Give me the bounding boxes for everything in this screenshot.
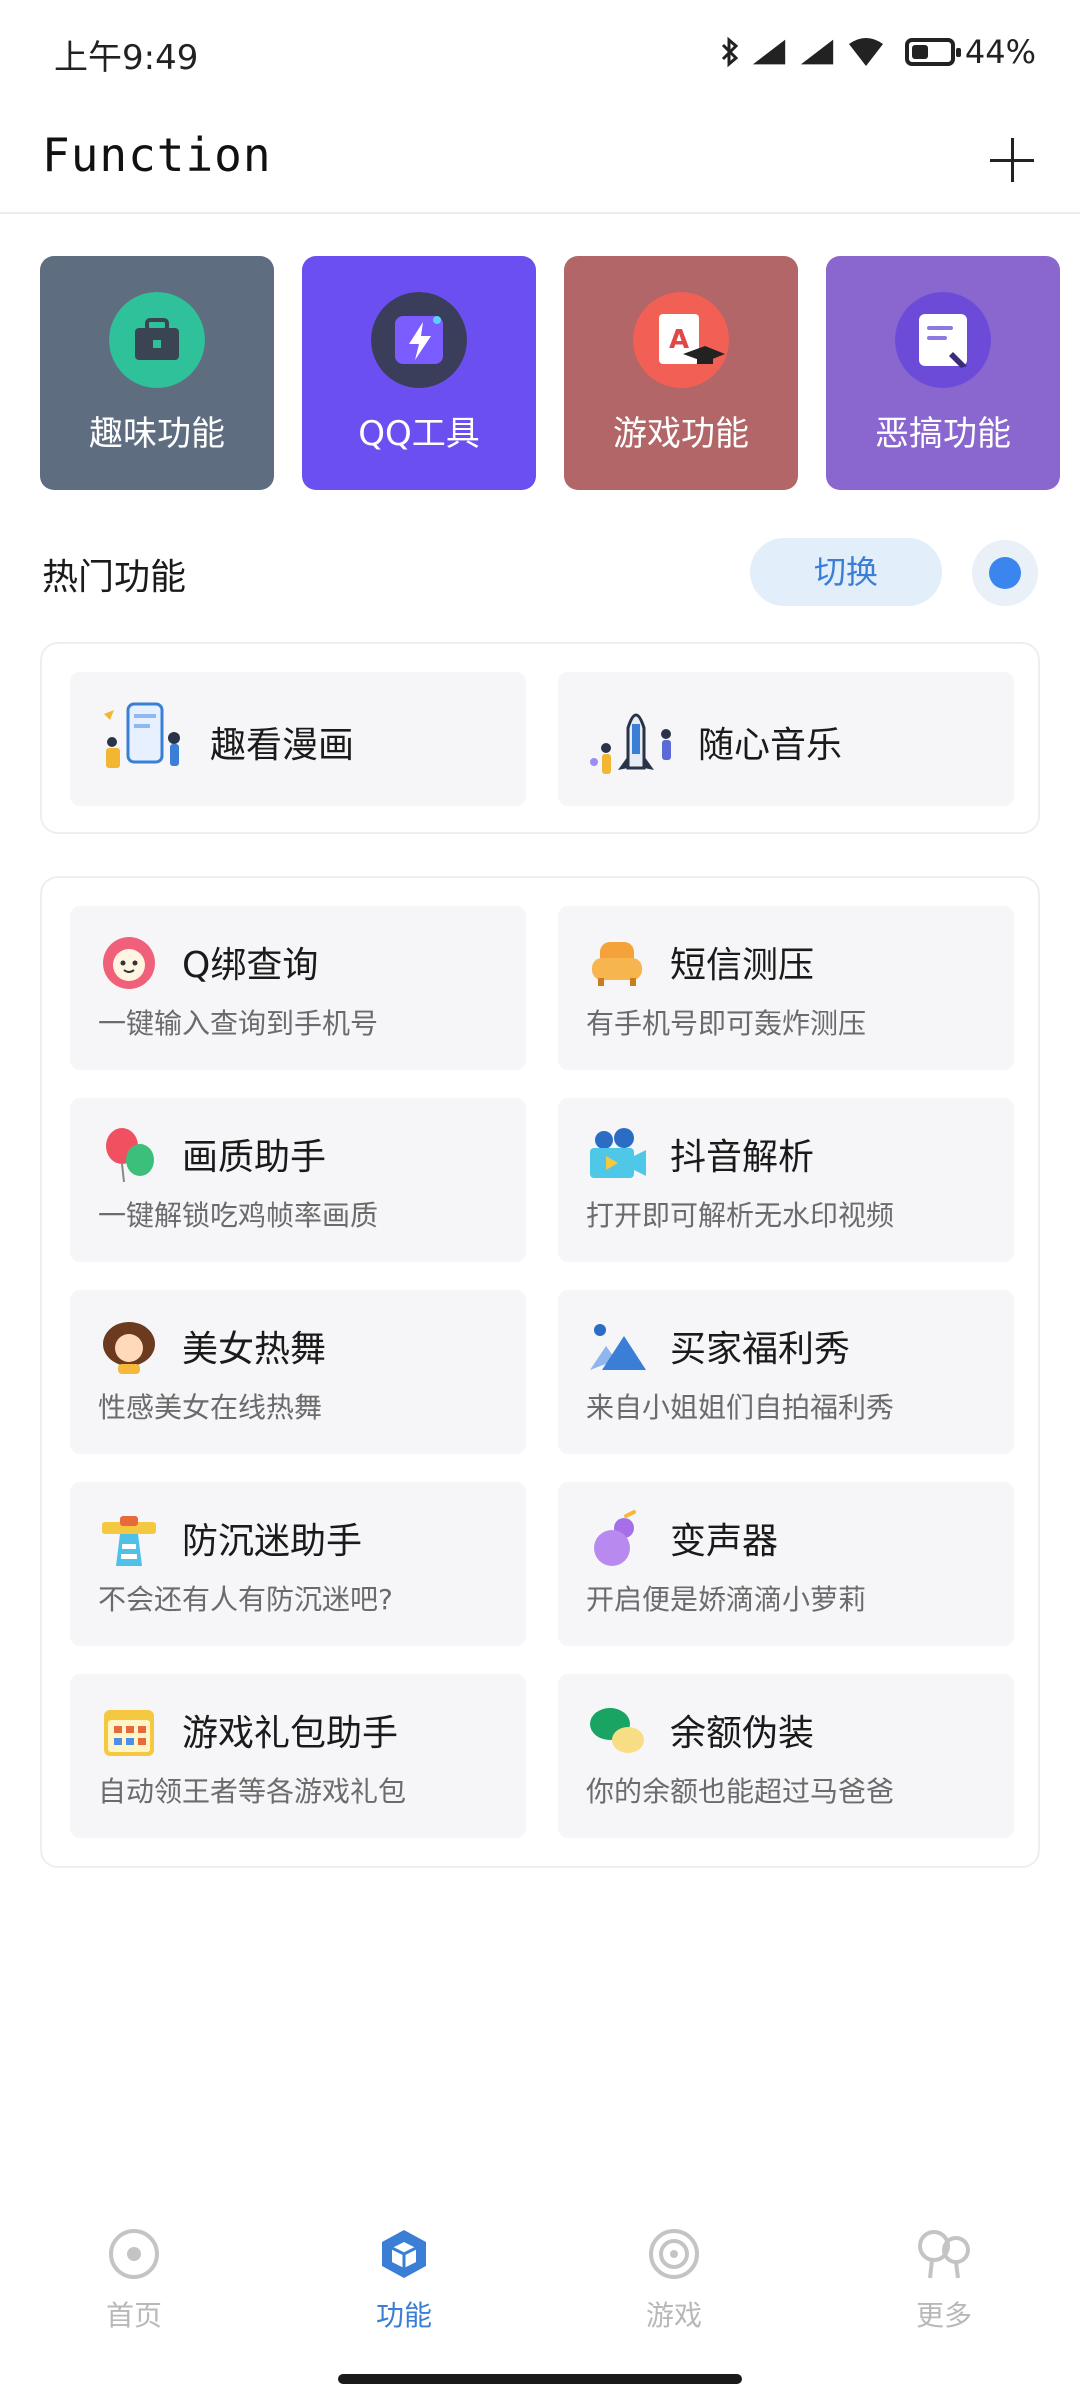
function-desc: 自动领王者等各游戏礼包 (98, 1775, 407, 1808)
app-header: Function (0, 110, 1080, 214)
signal-icon (752, 39, 786, 65)
briefcase-icon (109, 292, 205, 388)
function-item-dance[interactable]: 美女热舞 性感美女在线热舞 (70, 1290, 526, 1454)
signal-icon (800, 39, 834, 65)
function-item-douyin-parse[interactable]: 抖音解析 打开即可解析无水印视频 (558, 1098, 1014, 1262)
status-icons: 44% (719, 30, 1036, 74)
function-desc: 你的余额也能超过马爸爸 (586, 1775, 895, 1808)
function-item-buyer-show[interactable]: 买家福利秀 来自小姐姐们自拍福利秀 (558, 1290, 1014, 1454)
more-bubbles-icon (918, 2230, 970, 2279)
page-title: Function (42, 128, 272, 182)
calendar-icon (104, 1710, 154, 1756)
category-card-game[interactable]: A 游戏功能 (564, 256, 798, 490)
switch-button[interactable]: 切换 (750, 538, 942, 606)
category-label: QQ工具 (358, 414, 480, 454)
function-title: 余额伪装 (670, 1713, 815, 1754)
function-title: 变声器 (670, 1521, 779, 1562)
function-panel: Q绑查询 一键输入查询到手机号 短信测压 有手机号即可轰炸测压 画质助手 一键解… (40, 876, 1040, 1868)
function-desc: 有手机号即可轰炸测压 (586, 1007, 867, 1040)
nav-item-home[interactable]: 首页 (54, 2226, 214, 2336)
cube-icon (382, 2230, 426, 2278)
bottom-nav: 首页 功能 游戏 更多 (0, 2200, 1080, 2340)
bluetooth-icon (721, 36, 739, 68)
category-row: 趣味功能 QQ工具 A 游戏功能 恶搞功能 (40, 256, 1064, 490)
function-desc: 打开即可解析无水印视频 (586, 1199, 895, 1232)
rocket-illustration-icon (590, 713, 671, 774)
battery-icon (904, 38, 961, 66)
home-target-icon (109, 2229, 159, 2279)
hot-item-label: 随心音乐 (698, 725, 843, 766)
function-item-sms-test[interactable]: 短信测压 有手机号即可轰炸测压 (558, 906, 1014, 1070)
game-swirl-icon (649, 2229, 699, 2279)
function-item-q-bind-query[interactable]: Q绑查询 一键输入查询到手机号 (70, 906, 526, 1070)
category-label: 游戏功能 (613, 414, 749, 454)
nav-label: 首页 (105, 2299, 162, 2332)
function-title: 画质助手 (182, 1137, 327, 1178)
exam-grade-icon: A (633, 292, 729, 388)
battery-percent: 44% (964, 33, 1036, 71)
sofa-icon (592, 942, 642, 986)
status-time: 上午9:49 (54, 38, 199, 78)
function-item-graphics-helper[interactable]: 画质助手 一键解锁吃鸡帧率画质 (70, 1098, 526, 1262)
function-title: Q绑查询 (182, 945, 319, 986)
hot-item-music[interactable]: 随心音乐 (558, 672, 1014, 806)
hot-item-label: 趣看漫画 (210, 725, 355, 766)
function-desc: 一键输入查询到手机号 (98, 1007, 379, 1040)
note-icon (895, 292, 991, 388)
category-card-qq-tools[interactable]: QQ工具 (302, 256, 536, 490)
category-card-fun[interactable]: 趣味功能 (40, 256, 274, 490)
girl-avatar-icon (103, 1322, 155, 1374)
function-title: 抖音解析 (670, 1137, 815, 1178)
function-title: 美女热舞 (182, 1329, 327, 1370)
hot-item-comics[interactable]: 趣看漫画 (70, 672, 526, 806)
function-item-gift-pack[interactable]: 游戏礼包助手 自动领王者等各游戏礼包 (70, 1674, 526, 1838)
mountain-image-icon (590, 1324, 646, 1370)
nav-label: 功能 (375, 2299, 432, 2332)
chat-bubbles-icon (590, 1708, 644, 1753)
nav-label: 游戏 (645, 2299, 702, 2332)
category-label: 趣味功能 (89, 414, 225, 454)
nav-item-game[interactable]: 游戏 (594, 2226, 754, 2336)
video-camera-icon (590, 1128, 646, 1178)
category-label: 恶搞功能 (875, 414, 1011, 454)
status-bar: 上午9:49 44% (0, 0, 1080, 100)
function-desc: 不会还有人有防沉迷吧? (98, 1583, 393, 1616)
function-desc: 性感美女在线热舞 (98, 1391, 323, 1424)
function-desc: 一键解锁吃鸡帧率画质 (98, 1199, 379, 1232)
hot-panel: 趣看漫画 随心音乐 (40, 642, 1040, 834)
wifi-icon (848, 38, 883, 66)
lighthouse-icon (102, 1516, 156, 1566)
function-item-anti-addiction[interactable]: 防沉迷助手 不会还有人有防沉迷吧? (70, 1482, 526, 1646)
function-title: 防沉迷助手 (182, 1521, 363, 1562)
balloon-icon (106, 1128, 154, 1183)
function-desc: 来自小姐姐们自拍福利秀 (586, 1391, 895, 1424)
flower-face-icon (103, 937, 155, 989)
category-card-prank[interactable]: 恶搞功能 (826, 256, 1060, 490)
function-title: 短信测压 (670, 945, 815, 986)
function-desc: 开启便是娇滴滴小萝莉 (586, 1583, 867, 1616)
phone-illustration-icon (104, 702, 180, 768)
function-title: 买家福利秀 (670, 1329, 851, 1370)
add-button[interactable] (984, 132, 1040, 188)
function-item-voice-changer[interactable]: 变声器 开启便是娇滴滴小萝莉 (558, 1482, 1014, 1646)
function-item-balance-fake[interactable]: 余额伪装 你的余额也能超过马爸爸 (558, 1674, 1014, 1838)
function-title: 游戏礼包助手 (182, 1713, 399, 1754)
toggle-dot[interactable] (972, 540, 1038, 606)
home-indicator[interactable] (338, 2374, 742, 2384)
section-title-hot: 热门功能 (42, 557, 187, 598)
svg-text:A: A (669, 325, 689, 355)
gourd-icon (594, 1510, 636, 1566)
nav-label: 更多 (915, 2299, 972, 2332)
lightning-icon (371, 292, 467, 388)
nav-item-more[interactable]: 更多 (864, 2226, 1024, 2336)
nav-item-function[interactable]: 功能 (324, 2226, 484, 2336)
